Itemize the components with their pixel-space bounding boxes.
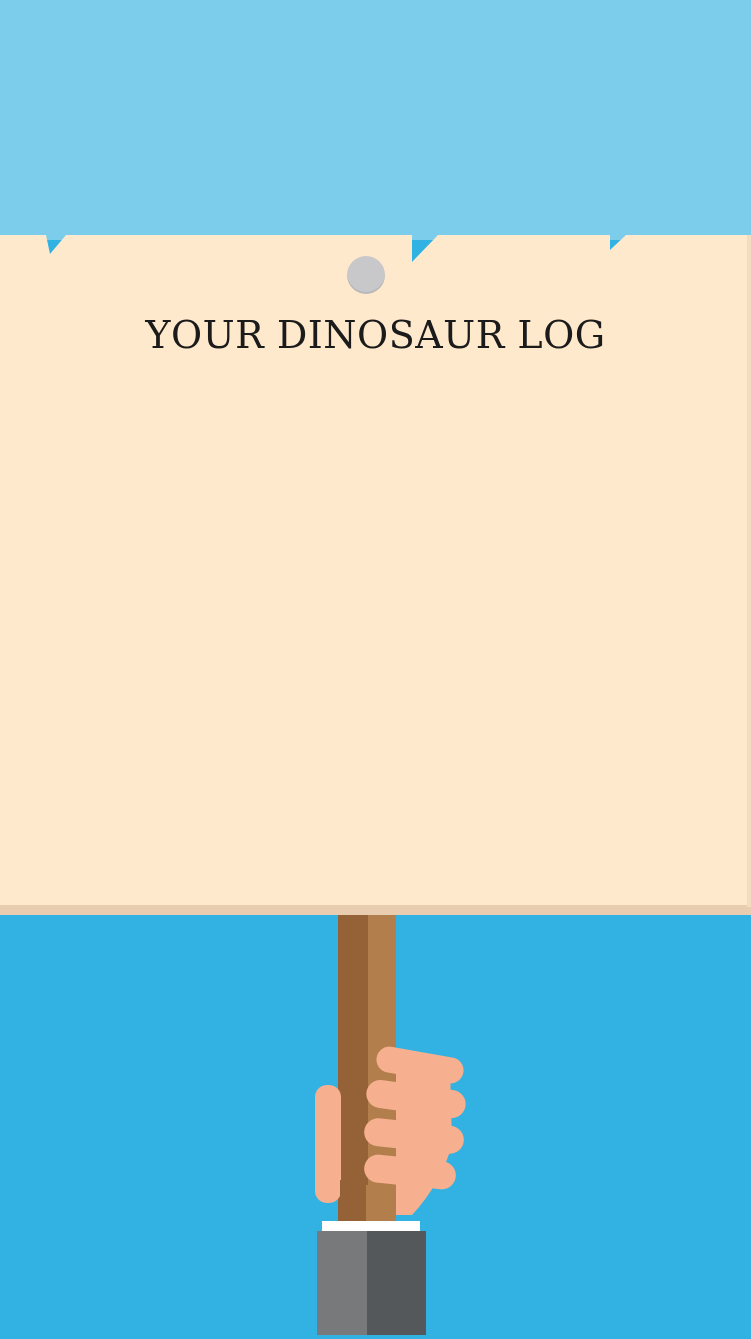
pushpin-icon (347, 256, 385, 294)
sky-background-top (0, 0, 751, 240)
hand-holding-sign-icon (300, 915, 470, 1335)
dinosaur-log-screen: YOUR DINOSAUR LOG (0, 0, 751, 1335)
sign-title: YOUR DINOSAUR LOG (145, 313, 606, 357)
